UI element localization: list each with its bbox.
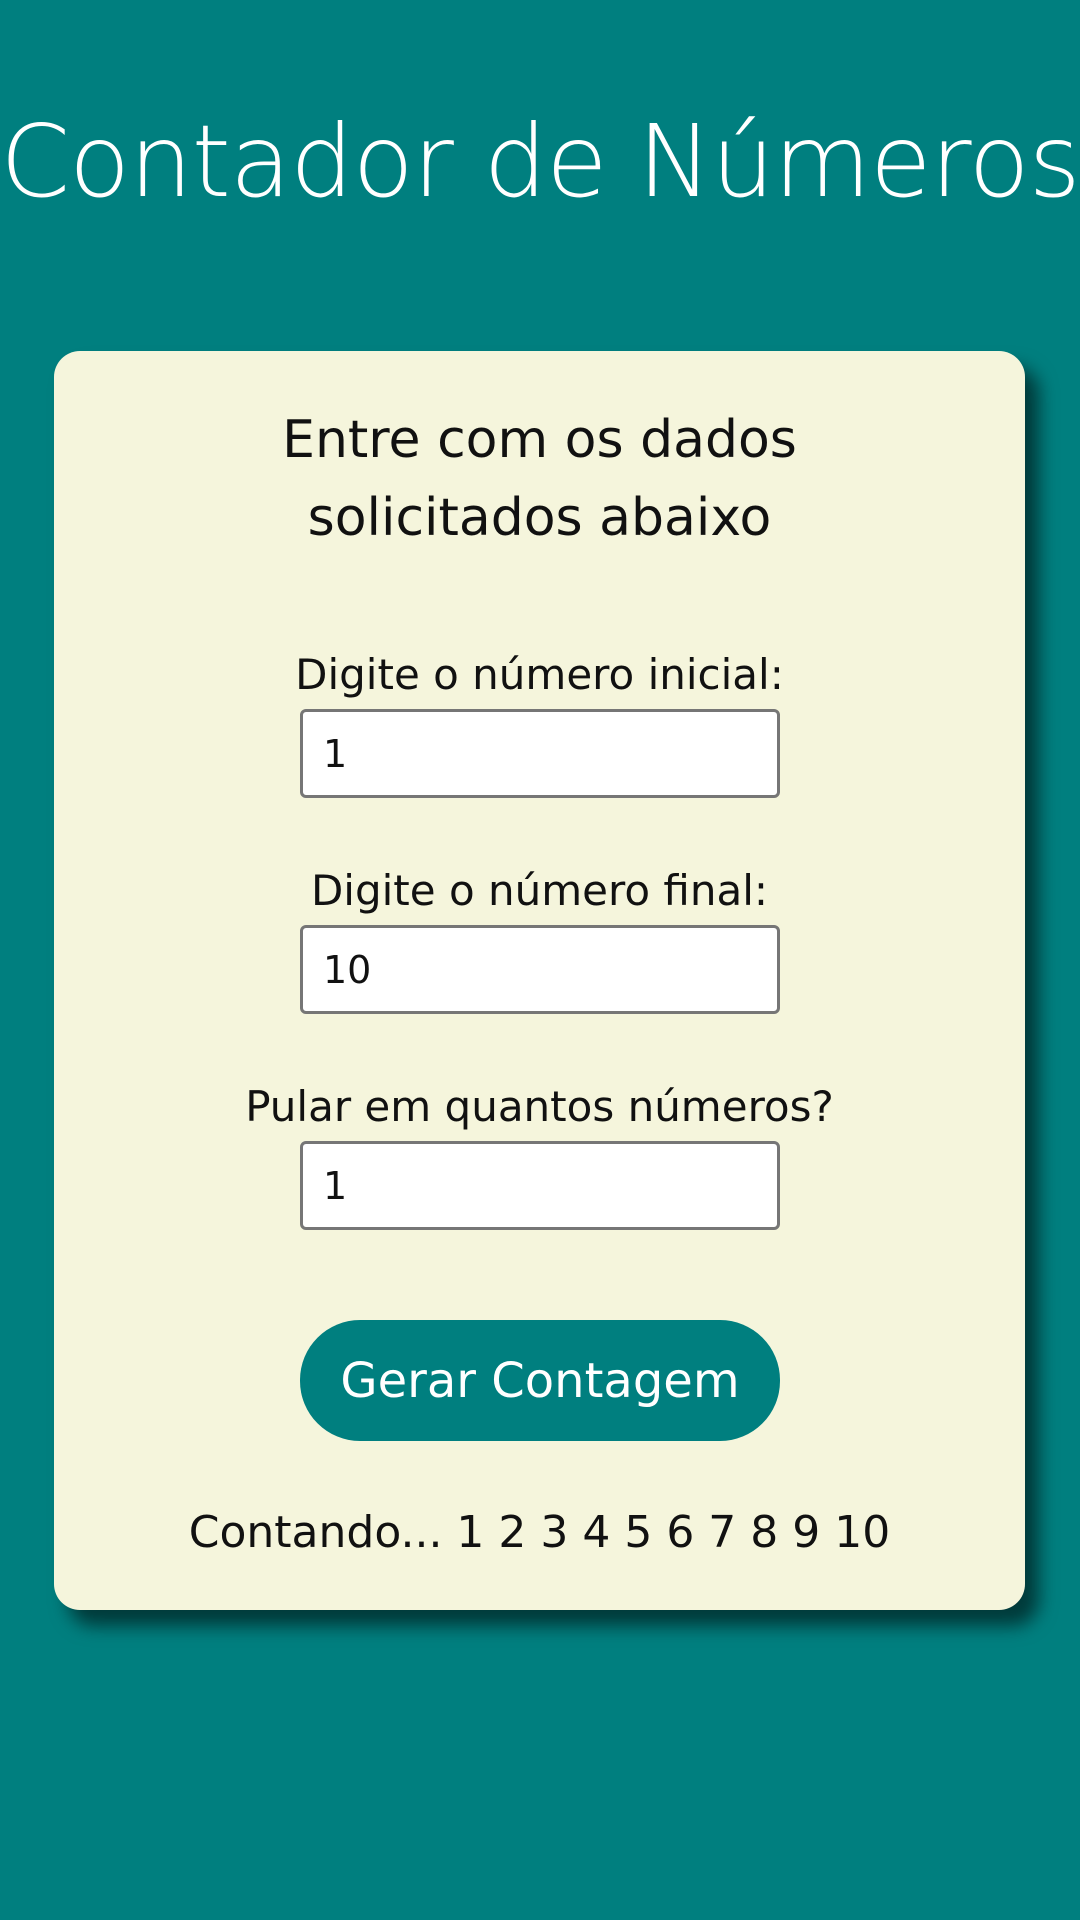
form-heading: Entre com os dados solicitados abaixo xyxy=(282,410,797,548)
page-title: Contador de Números xyxy=(0,103,1080,220)
step-input[interactable] xyxy=(300,1141,780,1230)
start-number-label: Digite o número inicial: xyxy=(295,650,784,699)
count-result: Contando... 1 2 3 4 5 6 7 8 9 10 xyxy=(188,1507,891,1558)
end-number-label: Digite o número final: xyxy=(310,866,769,915)
end-number-input[interactable] xyxy=(300,925,780,1014)
form-card: Entre com os dados solicitados abaixo Di… xyxy=(54,351,1025,1610)
start-number-input[interactable] xyxy=(300,709,780,798)
step-label: Pular em quantos números? xyxy=(245,1082,834,1131)
generate-count-button[interactable]: Gerar Contagem xyxy=(300,1320,780,1441)
